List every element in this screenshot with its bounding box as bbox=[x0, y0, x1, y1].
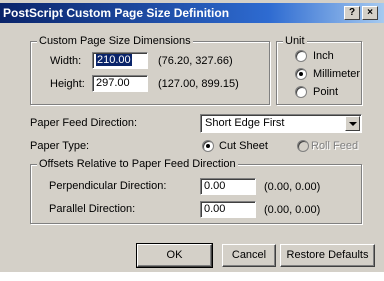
paper-feed-select[interactable]: Short Edge First bbox=[200, 114, 362, 133]
paper-type-roll-feed-radio bbox=[297, 140, 309, 152]
paper-feed-value: Short Edge First bbox=[205, 117, 285, 129]
unit-inch-label[interactable]: Inch bbox=[313, 50, 334, 62]
unit-inch-radio[interactable] bbox=[295, 50, 307, 62]
paper-type-label: Paper Type: bbox=[30, 140, 90, 152]
paper-type-roll-feed-label: Roll Feed bbox=[311, 140, 359, 152]
offsets-legend: Offsets Relative to Paper Feed Direction bbox=[37, 158, 238, 170]
unit-point-label[interactable]: Point bbox=[313, 86, 338, 98]
perpendicular-input[interactable]: 0.00 bbox=[200, 178, 256, 195]
chevron-down-icon[interactable] bbox=[345, 116, 360, 131]
height-input[interactable]: 297.00 bbox=[92, 75, 148, 92]
width-range: (76.20, 327.66) bbox=[158, 55, 233, 67]
parallel-label: Parallel Direction: bbox=[49, 203, 136, 215]
help-button[interactable]: ? bbox=[344, 6, 360, 20]
close-button[interactable]: × bbox=[362, 6, 378, 20]
unit-millimeter-label[interactable]: Millimeter bbox=[313, 68, 360, 80]
custom-page-size-dialog: PostScript Custom Page Size Definition ?… bbox=[0, 0, 384, 272]
paper-type-cut-sheet-radio[interactable] bbox=[202, 140, 214, 152]
cancel-button[interactable]: Cancel bbox=[222, 244, 276, 267]
unit-legend: Unit bbox=[283, 35, 307, 47]
perpendicular-range: (0.00, 0.00) bbox=[264, 181, 321, 193]
paper-type-cut-sheet-label[interactable]: Cut Sheet bbox=[219, 140, 268, 152]
height-label: Height: bbox=[50, 78, 85, 90]
width-value: 210.00 bbox=[96, 54, 132, 66]
unit-millimeter-radio[interactable] bbox=[295, 68, 307, 80]
dimensions-group: Custom Page Size Dimensions bbox=[30, 35, 270, 105]
width-label: Width: bbox=[50, 55, 82, 67]
dimensions-legend: Custom Page Size Dimensions bbox=[37, 35, 193, 47]
perpendicular-label: Perpendicular Direction: bbox=[49, 180, 167, 192]
ok-button[interactable]: OK bbox=[136, 243, 213, 268]
title-bar[interactable]: PostScript Custom Page Size Definition ?… bbox=[0, 3, 384, 23]
height-range: (127.00, 899.15) bbox=[158, 78, 239, 90]
parallel-range: (0.00, 0.00) bbox=[264, 204, 321, 216]
restore-defaults-button[interactable]: Restore Defaults bbox=[280, 244, 375, 267]
parallel-input[interactable]: 0.00 bbox=[200, 201, 256, 218]
unit-point-radio[interactable] bbox=[295, 86, 307, 98]
width-input[interactable]: 210.00 bbox=[92, 52, 148, 69]
paper-feed-label: Paper Feed Direction: bbox=[30, 117, 137, 129]
window-title: PostScript Custom Page Size Definition bbox=[3, 6, 230, 20]
